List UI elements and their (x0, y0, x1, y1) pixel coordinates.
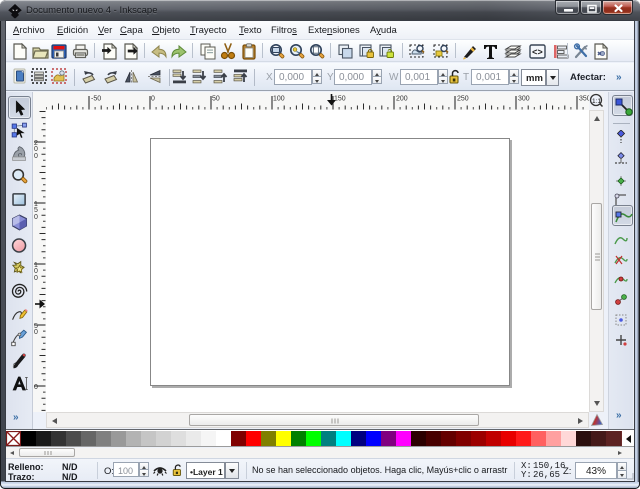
svg-text:0: 0 (34, 329, 38, 336)
svg-text:350: 350 (579, 96, 589, 103)
svg-text:5: 5 (34, 207, 38, 214)
svg-text:0: 0 (34, 214, 38, 221)
svg-text:0: 0 (34, 153, 38, 160)
svg-text:<>: <> (532, 48, 543, 58)
svg-text:100: 100 (273, 96, 285, 103)
svg-text:0: 0 (151, 96, 155, 103)
svg-text:300: 300 (518, 96, 530, 103)
svg-text:0: 0 (34, 268, 38, 275)
svg-text:0: 0 (34, 275, 38, 282)
svg-text:-50: -50 (91, 96, 101, 103)
svg-text:200: 200 (396, 96, 408, 103)
svg-text:50: 50 (212, 96, 220, 103)
svg-text:250: 250 (457, 96, 469, 103)
svg-text:150: 150 (334, 96, 346, 103)
svg-text:0: 0 (34, 146, 38, 153)
svg-text:1:1: 1:1 (592, 98, 601, 105)
svg-text:0: 0 (34, 384, 38, 391)
